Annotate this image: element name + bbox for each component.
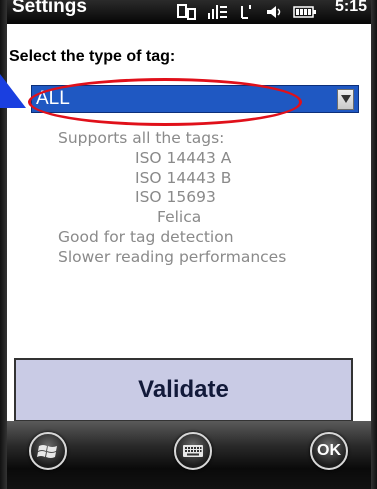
tag-item-iso15693: ISO 15693 xyxy=(135,188,216,207)
tag-item-iso14443a: ISO 14443 A xyxy=(135,148,232,167)
keyboard-button[interactable] xyxy=(174,432,212,470)
tag-type-prompt: Select the type of tag: xyxy=(9,48,176,65)
ok-button[interactable]: OK xyxy=(310,432,348,470)
windows-start-icon xyxy=(37,445,57,458)
status-title: Settings xyxy=(12,0,87,17)
bottom-taskbar: OK xyxy=(7,421,371,489)
battery-icon[interactable] xyxy=(293,3,317,19)
tag-type-selected-value: ALL xyxy=(36,88,70,109)
status-icons xyxy=(177,1,317,21)
tag-type-dropdown[interactable]: ALL xyxy=(31,85,359,113)
validate-button[interactable]: Validate xyxy=(14,358,353,422)
tag-item-felica: Felica xyxy=(157,208,202,227)
start-button[interactable] xyxy=(29,432,67,470)
settings-content: Select the type of tag: ALL Supports all… xyxy=(7,24,371,422)
description-detection-line: Good for tag detection xyxy=(58,227,234,246)
tag-type-description: Supports all the tags: ISO 14443 A ISO 1… xyxy=(58,129,286,268)
description-performance-line: Slower reading performances xyxy=(58,247,287,266)
description-supports-line: Supports all the tags: xyxy=(58,129,225,147)
dropdown-arrow-button[interactable] xyxy=(337,89,354,110)
status-bar: Settings 5:15 xyxy=(7,0,371,24)
device-bezel-right xyxy=(371,0,377,489)
signal-icon[interactable] xyxy=(207,3,229,19)
status-time: 5:15 xyxy=(334,0,367,15)
speaker-icon[interactable] xyxy=(265,3,283,19)
device-bezel-left xyxy=(0,0,7,489)
sync-icon[interactable] xyxy=(177,3,197,20)
tag-item-iso14443b: ISO 14443 B xyxy=(135,168,232,187)
chevron-down-icon xyxy=(341,95,351,103)
data-icon[interactable] xyxy=(239,3,255,19)
keyboard-icon xyxy=(183,445,203,457)
